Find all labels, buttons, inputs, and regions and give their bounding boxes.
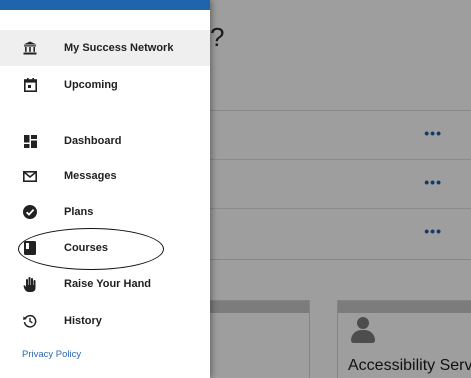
envelope-icon: [22, 168, 38, 184]
menu-item-label: Upcoming: [64, 79, 118, 91]
history-icon: [22, 313, 38, 329]
hand-icon: [22, 276, 38, 292]
dashboard-icon: [22, 133, 38, 149]
menu-item-courses[interactable]: Courses: [0, 230, 210, 266]
menu-item-label: My Success Network: [64, 42, 174, 54]
menu-item-label: Raise Your Hand: [64, 278, 152, 290]
menu-item-raise-your-hand[interactable]: Raise Your Hand: [0, 266, 210, 302]
check-circle-icon: [22, 204, 38, 220]
book-icon: [22, 240, 38, 256]
menu-item-plans[interactable]: Plans: [0, 194, 210, 230]
navigation-drawer: My Success Network Upcoming Dashboard Me…: [0, 0, 210, 378]
menu-item-messages[interactable]: Messages: [0, 158, 210, 194]
menu-item-label: Plans: [64, 206, 94, 218]
menu-item-label: Messages: [64, 170, 117, 182]
menu-item-dashboard[interactable]: Dashboard: [0, 123, 210, 159]
menu-item-label: Dashboard: [64, 135, 122, 147]
menu-item-label: History: [64, 315, 102, 327]
menu-item-upcoming[interactable]: Upcoming: [0, 67, 210, 103]
drawer-header-bar: [0, 0, 210, 10]
privacy-policy-link[interactable]: Privacy Policy: [22, 349, 81, 360]
menu-item-my-success-network[interactable]: My Success Network: [0, 30, 210, 66]
calendar-icon: [22, 77, 38, 93]
menu-item-history[interactable]: History: [0, 303, 210, 339]
menu-item-label: Courses: [64, 242, 109, 254]
bank-icon: [22, 40, 38, 56]
